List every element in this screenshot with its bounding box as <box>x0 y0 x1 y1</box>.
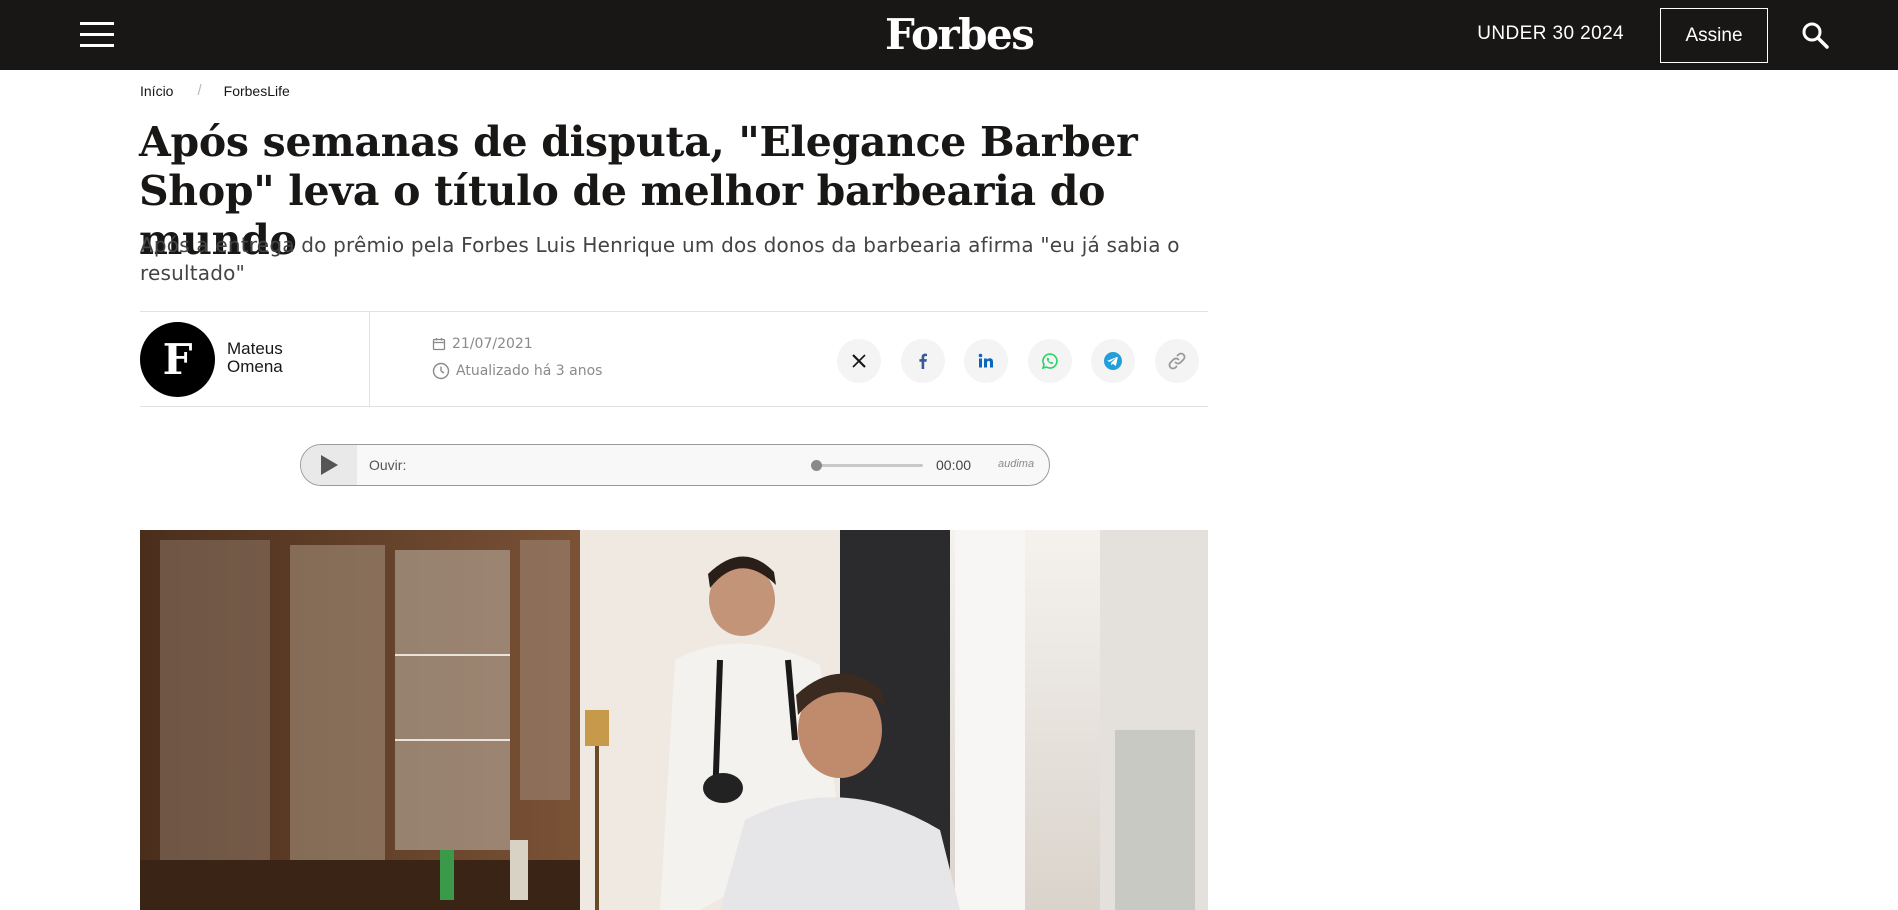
under-30-link[interactable]: UNDER 30 2024 <box>1477 23 1624 45</box>
published-date-text: 21/07/2021 <box>452 336 533 352</box>
meta-divider-vertical <box>369 312 370 406</box>
breadcrumb-item-forbeslife[interactable]: ForbesLife <box>224 83 290 99</box>
linkedin-icon <box>978 353 993 368</box>
link-icon <box>1168 352 1186 370</box>
breadcrumb-item-inicio[interactable]: Início <box>140 83 173 99</box>
hero-image <box>140 530 1208 910</box>
breadcrumb: Início / ForbesLife <box>140 82 290 99</box>
share-facebook-button[interactable] <box>901 339 945 383</box>
hamburger-menu-icon[interactable] <box>80 22 114 48</box>
published-date: 21/07/2021 <box>432 336 533 352</box>
author-name[interactable]: Mateus Omena <box>227 340 317 376</box>
search-icon[interactable] <box>1800 20 1830 50</box>
share-linkedin-button[interactable] <box>964 339 1008 383</box>
audio-player: Ouvir: 00:00 audima <box>300 444 1050 486</box>
whatsapp-icon <box>1041 353 1058 370</box>
barber-shop-photo <box>140 530 1208 910</box>
meta-divider-bottom <box>140 406 1208 407</box>
share-x-button[interactable] <box>837 339 881 383</box>
audio-progress-track[interactable] <box>813 464 923 467</box>
telegram-icon <box>1104 352 1122 370</box>
breadcrumb-separator: / <box>197 82 202 99</box>
forbes-logo[interactable]: Forbes <box>885 10 1035 59</box>
share-whatsapp-button[interactable] <box>1028 339 1072 383</box>
updated-time-text: Atualizado há 3 anos <box>456 363 603 379</box>
author-avatar[interactable]: F <box>140 322 215 397</box>
audio-progress-knob[interactable] <box>811 460 822 471</box>
clock-icon <box>432 362 450 380</box>
audio-time: 00:00 <box>936 457 972 473</box>
updated-time: Atualizado há 3 anos <box>432 362 602 380</box>
play-icon <box>321 455 338 475</box>
meta-divider-top <box>140 311 1208 312</box>
article-subtitle: Após a entrega do prêmio pela Forbes Lui… <box>140 233 1180 285</box>
play-button[interactable] <box>301 445 357 485</box>
x-twitter-icon <box>852 354 866 368</box>
top-navigation-bar: Forbes UNDER 30 2024 Assine <box>0 0 1898 70</box>
share-copy-link-button[interactable] <box>1155 339 1199 383</box>
audio-provider-logo: audima <box>998 458 1035 470</box>
subscribe-button[interactable]: Assine <box>1660 8 1768 63</box>
calendar-icon <box>432 338 446 351</box>
facebook-icon <box>919 353 927 369</box>
audio-player-label: Ouvir: <box>369 457 407 473</box>
share-telegram-button[interactable] <box>1091 339 1135 383</box>
